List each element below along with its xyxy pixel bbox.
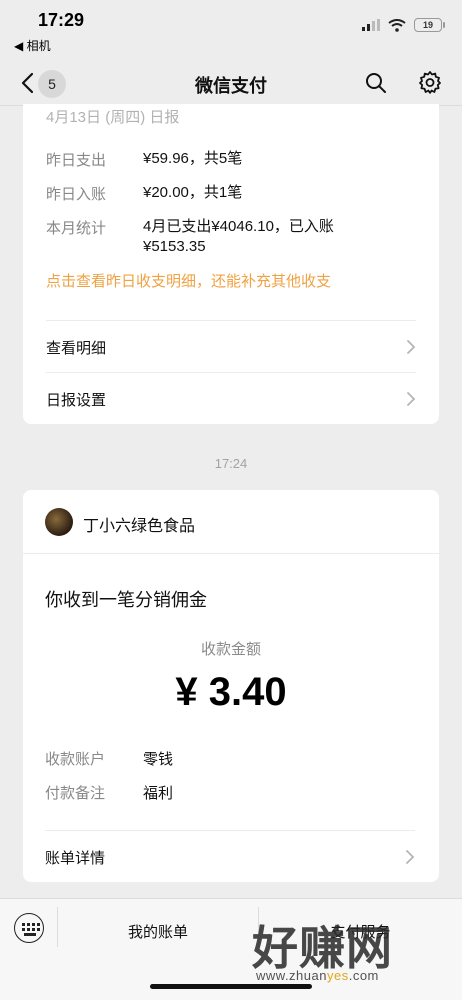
chevron-right-icon <box>407 392 416 406</box>
detail-value: 零钱 <box>143 751 174 768</box>
status-time: 17:29 <box>38 10 85 30</box>
page-title: 微信支付 <box>195 76 267 96</box>
battery-level: 19 <box>422 20 433 30</box>
battery-icon: 19 <box>414 18 445 32</box>
search-icon[interactable] <box>364 71 388 95</box>
merchant-header[interactable]: 丁小六绿色食品 <box>23 490 439 554</box>
amount-value: ¥ 3.40 <box>175 670 287 714</box>
row-value: 4月已支出¥4046.10，已入账¥5153.35 <box>143 218 334 255</box>
report-settings-button[interactable]: 日报设置 <box>46 372 416 424</box>
watermark-url-a: www.zhuan <box>256 968 327 983</box>
menu-label: 账单详情 <box>45 850 106 867</box>
chevron-right-icon <box>407 340 416 354</box>
watermark-url-c: .com <box>348 968 379 983</box>
payment-notice-card[interactable]: 丁小六绿色食品 你收到一笔分销佣金 收款金额 ¥ 3.40 收款账户 零钱 付款… <box>23 490 439 882</box>
merchant-name: 丁小六绿色食品 <box>83 518 196 535</box>
notice-title: 你收到一笔分销佣金 <box>45 590 207 610</box>
merchant-avatar <box>45 508 73 536</box>
cellular-signal-icon <box>362 19 380 31</box>
row-label: 昨日支出 <box>46 152 107 169</box>
keyboard-toggle-icon[interactable] <box>14 913 44 943</box>
bill-details-button[interactable]: 账单详情 <box>45 830 415 882</box>
row-value: ¥20.00，共1笔 <box>143 184 243 201</box>
message-timestamp: 17:24 <box>214 456 248 471</box>
detail-label: 收款账户 <box>45 751 106 768</box>
detail-label: 付款备注 <box>45 785 106 802</box>
chevron-right-icon <box>406 850 415 864</box>
view-details-button[interactable]: 查看明细 <box>46 320 416 372</box>
tab-my-bills[interactable]: 我的账单 <box>58 921 258 942</box>
view-yesterday-details-link[interactable]: 点击查看昨日收支明细，还能补充其他收支 <box>46 270 331 291</box>
watermark-url: www.zhuanyes.com <box>256 968 379 983</box>
daily-report-card: 4月13日 (周四) 日报 昨日支出 ¥59.96，共5笔 昨日入账 ¥20.0… <box>23 104 439 424</box>
menu-label: 日报设置 <box>46 392 107 409</box>
menu-label: 查看明细 <box>46 340 107 357</box>
watermark-url-b: yes <box>326 968 349 983</box>
status-bar: 17:29 ◀ 相机 19 <box>0 0 462 60</box>
row-label: 昨日入账 <box>46 186 107 203</box>
gear-icon[interactable] <box>418 70 442 94</box>
back-to-app-link[interactable]: ◀ 相机 <box>14 37 51 54</box>
amount-label: 收款金额 <box>200 641 261 658</box>
status-indicators: 19 <box>362 18 445 32</box>
home-indicator[interactable] <box>150 984 312 989</box>
row-value: ¥59.96，共5笔 <box>143 150 243 167</box>
report-title: 4月13日 (周四) 日报 <box>46 109 180 126</box>
row-label: 本月统计 <box>46 220 107 237</box>
detail-value: 福利 <box>143 785 174 802</box>
wifi-icon <box>388 18 406 32</box>
nav-bar: 5 微信支付 <box>0 60 462 106</box>
